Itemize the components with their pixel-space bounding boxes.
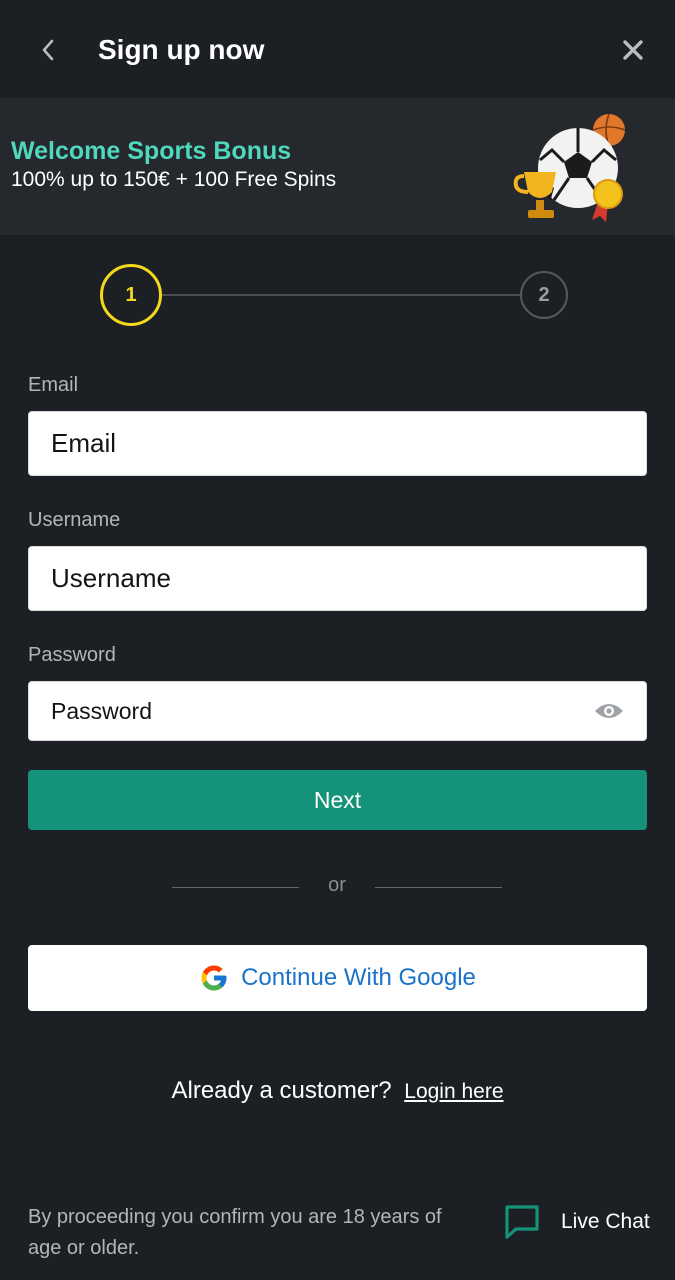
password-field-container bbox=[28, 681, 647, 741]
email-label: Email bbox=[28, 374, 79, 396]
or-separator: or bbox=[328, 874, 346, 896]
live-chat-label: Live Chat bbox=[561, 1210, 650, 1233]
age-disclaimer: By proceeding you confirm you are 18 yea… bbox=[28, 1206, 442, 1259]
eye-icon bbox=[595, 704, 623, 718]
login-prompt-row: Already a customer? Login here bbox=[0, 1076, 675, 1107]
sports-bonus-illustration bbox=[513, 113, 626, 222]
google-button-label: Continue With Google bbox=[241, 964, 476, 991]
chevron-left-icon bbox=[42, 39, 54, 61]
live-chat-button[interactable]: Live Chat bbox=[503, 1200, 663, 1244]
continue-with-google-button[interactable]: Continue With Google bbox=[28, 945, 647, 1011]
step-2-indicator: 2 bbox=[520, 271, 568, 319]
close-button[interactable] bbox=[617, 34, 649, 66]
username-field-container bbox=[28, 546, 647, 611]
google-icon bbox=[201, 965, 227, 991]
chat-bubble-icon bbox=[505, 1205, 539, 1239]
login-prompt-text: Already a customer? bbox=[171, 1077, 392, 1104]
page-title: Sign up now bbox=[98, 34, 265, 65]
close-icon bbox=[623, 40, 643, 60]
banner-title: Welcome Sports Bonus bbox=[11, 137, 292, 165]
username-label: Username bbox=[28, 509, 121, 531]
next-button[interactable]: Next bbox=[28, 770, 647, 830]
header-bar: Sign up now bbox=[0, 0, 675, 98]
step-1-indicator: 1 bbox=[100, 264, 162, 326]
stepper-connector bbox=[161, 294, 521, 296]
password-field[interactable] bbox=[29, 682, 646, 740]
back-button[interactable] bbox=[30, 32, 66, 68]
username-field[interactable] bbox=[29, 547, 646, 610]
email-field[interactable] bbox=[29, 412, 646, 475]
login-here-link[interactable]: Login here bbox=[404, 1080, 503, 1103]
banner-subtitle: 100% up to 150€ + 100 Free Spins bbox=[11, 168, 337, 191]
email-field-container bbox=[28, 411, 647, 476]
password-label: Password bbox=[28, 644, 116, 666]
divider-left bbox=[172, 887, 299, 888]
show-password-button[interactable] bbox=[594, 701, 624, 721]
divider-right bbox=[375, 887, 502, 888]
